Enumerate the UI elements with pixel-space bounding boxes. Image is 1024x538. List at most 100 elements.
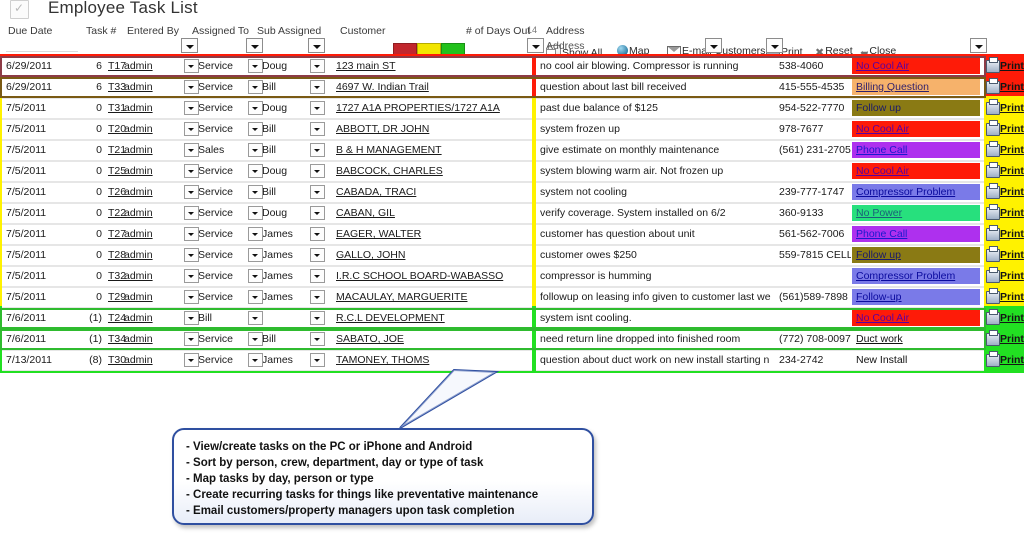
status-cell[interactable]: Follow up <box>852 98 982 119</box>
status-cell[interactable]: Billing Question <box>852 77 982 98</box>
entered-by-dropdown[interactable] <box>184 80 199 94</box>
entered-by-link[interactable]: admin <box>124 77 184 98</box>
print-row-button[interactable]: Print <box>986 329 1024 350</box>
entered-by-link[interactable]: admin <box>124 266 184 287</box>
status-filter[interactable] <box>970 38 987 53</box>
status-badge[interactable]: Phone Call <box>852 142 980 158</box>
column-header-customer[interactable]: Customer <box>340 25 386 37</box>
customer-link[interactable]: SABATO, JOE <box>336 329 532 350</box>
assigned-to-dropdown[interactable] <box>248 143 263 157</box>
status-cell[interactable]: Follow-up <box>852 287 982 308</box>
entered-by-dropdown[interactable] <box>184 122 199 136</box>
sub-assigned-filter[interactable] <box>308 38 325 53</box>
table-row[interactable]: 7/6/2011 (1) T24 admin Bill R.C.L DEVELOPMENT… <box>0 308 1024 329</box>
entered-by-link[interactable]: admin <box>124 119 184 140</box>
print-row-button[interactable]: Print <box>986 287 1024 308</box>
status-badge[interactable]: No Cool Air <box>852 163 980 179</box>
print-row-button[interactable]: Print <box>986 224 1024 245</box>
status-cell[interactable]: No Cool Air <box>852 308 982 329</box>
table-row[interactable]: 7/5/2011 0 T25 admin Service Doug BABCOCK, CHA… <box>0 161 1024 182</box>
status-cell[interactable]: No Cool Air <box>852 119 982 140</box>
assigned-to-dropdown[interactable] <box>248 122 263 136</box>
column-header-days_out[interactable]: # of Days Out <box>466 25 530 37</box>
print-row-button[interactable]: Print <box>986 266 1024 287</box>
customer-link[interactable]: R.C.L DEVELOPMENT <box>336 308 532 329</box>
entered-by-dropdown[interactable] <box>184 353 199 367</box>
status-badge[interactable]: No Power <box>852 205 980 221</box>
entered-by-dropdown[interactable] <box>184 290 199 304</box>
column-header-entered_by[interactable]: Entered By <box>127 25 179 37</box>
status-badge[interactable]: Follow-up <box>852 289 980 305</box>
status-cell[interactable]: Follow up <box>852 245 982 266</box>
print-row-button[interactable]: Print <box>986 98 1024 119</box>
entered-by-link[interactable]: admin <box>124 98 184 119</box>
entered-by-dropdown[interactable] <box>184 269 199 283</box>
status-cell[interactable]: Duct work <box>852 329 982 350</box>
assigned-to-dropdown[interactable] <box>248 332 263 346</box>
entered-by-dropdown[interactable] <box>184 332 199 346</box>
address-filter[interactable] <box>527 38 544 53</box>
entered-by-link[interactable]: admin <box>124 287 184 308</box>
assigned-to-dropdown[interactable] <box>248 101 263 115</box>
status-badge[interactable]: No Cool Air <box>852 58 980 74</box>
phone-filter[interactable] <box>766 38 783 53</box>
entered-by-link[interactable]: admin <box>124 161 184 182</box>
sub-assigned-dropdown[interactable] <box>310 248 325 262</box>
sub-assigned-dropdown[interactable] <box>310 185 325 199</box>
entered-by-link[interactable]: admin <box>124 308 184 329</box>
assigned-to-dropdown[interactable] <box>248 206 263 220</box>
print-row-button[interactable]: Print <box>986 182 1024 203</box>
status-badge[interactable]: Compressor Problem <box>852 184 980 200</box>
table-row[interactable]: 7/5/2011 0 T22 admin Service Doug CABAN, GIL ve… <box>0 203 1024 224</box>
customer-link[interactable]: 1727 A1A PROPERTIES/1727 A1A <box>336 98 532 119</box>
customer-link[interactable]: 123 main ST <box>336 56 532 77</box>
customer-link[interactable]: CABADA, TRACI <box>336 182 532 203</box>
entered-by-link[interactable]: admin <box>124 224 184 245</box>
assigned-to-dropdown[interactable] <box>248 290 263 304</box>
status-badge[interactable]: No Cool Air <box>852 121 980 137</box>
sub-assigned-dropdown[interactable] <box>310 332 325 346</box>
sub-assigned-dropdown[interactable] <box>310 353 325 367</box>
print-row-button[interactable]: Print <box>986 140 1024 161</box>
assigned-to-dropdown[interactable] <box>248 248 263 262</box>
column-header-sub_assigned[interactable]: Sub Assigned <box>257 25 321 37</box>
customer-link[interactable]: I.R.C SCHOOL BOARD-WABASSO <box>336 266 532 287</box>
checkmark-icon[interactable]: ✓ <box>10 0 29 19</box>
status-cell[interactable]: No Power <box>852 203 982 224</box>
status-cell[interactable]: Phone Call <box>852 140 982 161</box>
assigned-to-dropdown[interactable] <box>248 269 263 283</box>
assigned-to-dropdown[interactable] <box>248 185 263 199</box>
status-badge[interactable]: Compressor Problem <box>852 268 980 284</box>
table-row[interactable]: 7/5/2011 0 T31 admin Service Doug 1727 A1A PRO… <box>0 98 1024 119</box>
print-row-button[interactable]: Print <box>986 56 1024 77</box>
entered-by-dropdown[interactable] <box>184 248 199 262</box>
entered-by-link[interactable]: admin <box>124 329 184 350</box>
print-row-button[interactable]: Print <box>986 77 1024 98</box>
table-row[interactable]: 7/5/2011 0 T28 admin Service James GALLO, JOHN… <box>0 245 1024 266</box>
customer-link[interactable]: 4697 W. Indian Trail <box>336 77 532 98</box>
assigned-to-filter[interactable] <box>246 38 263 53</box>
print-row-button[interactable]: Print <box>986 161 1024 182</box>
entered-by-link[interactable]: admin <box>124 203 184 224</box>
column-header-task_no[interactable]: Task # <box>86 25 116 37</box>
description-filter[interactable] <box>705 38 722 53</box>
table-row[interactable]: 7/5/2011 0 T21 admin Sales Bill B & H MANAGEME… <box>0 140 1024 161</box>
entered-by-link[interactable]: admin <box>124 182 184 203</box>
customer-link[interactable]: MACAULAY, MARGUERITE <box>336 287 532 308</box>
entered-by-dropdown[interactable] <box>184 164 199 178</box>
entered-by-dropdown[interactable] <box>184 311 199 325</box>
entered-by-dropdown[interactable] <box>184 143 199 157</box>
table-row[interactable]: 6/29/2011 6 T33 admin Service Bill 4697 W. Ind… <box>0 77 1024 98</box>
status-cell[interactable]: Phone Call <box>852 224 982 245</box>
status-badge[interactable]: Phone Call <box>852 226 980 242</box>
entered-by-link[interactable]: admin <box>124 56 184 77</box>
table-row[interactable]: 7/6/2011 (1) T34 admin Service Bill SABATO, JO… <box>0 329 1024 350</box>
status-cell[interactable]: No Cool Air <box>852 56 982 77</box>
customer-link[interactable]: GALLO, JOHN <box>336 245 532 266</box>
column-header-assigned_to[interactable]: Assigned To <box>192 25 249 37</box>
sub-assigned-dropdown[interactable] <box>310 206 325 220</box>
print-row-button[interactable]: Print <box>986 203 1024 224</box>
customer-link[interactable]: CABAN, GIL <box>336 203 532 224</box>
sub-assigned-dropdown[interactable] <box>310 164 325 178</box>
sub-assigned-dropdown[interactable] <box>310 59 325 73</box>
